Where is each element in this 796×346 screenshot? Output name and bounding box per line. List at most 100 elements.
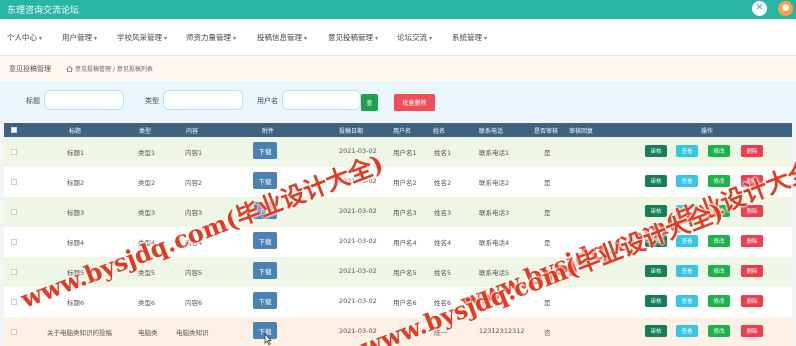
cell-title: 标题1 [67, 149, 85, 157]
breadcrumb-bar: 意见投稿管理 意见投稿管理 / 意见投稿列表 [0, 57, 796, 81]
delete-button[interactable]: 删除 [741, 145, 763, 157]
page-title: 意见投稿管理 [9, 65, 51, 73]
nav-item-school-style[interactable]: 学校风采管理 ▾ [117, 32, 167, 43]
edit-button[interactable]: 修改 [708, 145, 730, 157]
view-button[interactable]: 查看 [676, 295, 698, 307]
download-button[interactable]: 下载 [253, 232, 277, 249]
nav-item-system[interactable]: 系统管理 ▾ [452, 32, 487, 43]
chevron-down-icon: ▾ [164, 35, 168, 42]
chevron-down-icon: ▾ [484, 35, 488, 42]
table-row: 关于电脑类知识的投稿 电脑类 电脑类知识 2021-03-02 陈一 1231231231… [4, 317, 792, 346]
cell-title: 标题4 [67, 239, 85, 247]
type-search-input[interactable] [163, 90, 243, 110]
close-icon[interactable]: ✕ [752, 1, 767, 16]
column-header[interactable]: 联系电话 [479, 126, 503, 135]
cell-name: 姓名6 [434, 299, 452, 307]
row-checkbox[interactable] [11, 239, 17, 245]
user-avatar-icon[interactable]: ● [778, 1, 793, 16]
download-button[interactable]: 下载 [253, 262, 277, 279]
nav-item-personal-center[interactable]: 个人中心 ▾ [7, 32, 42, 43]
nav-item-user-management[interactable]: 用户管理 ▾ [62, 32, 97, 43]
row-checkbox[interactable] [11, 149, 17, 155]
cell-reviewed: 是 [544, 179, 551, 187]
view-button[interactable]: 查看 [676, 205, 698, 217]
column-header[interactable]: 审核回复 [569, 126, 593, 135]
cell-title: 标题5 [67, 269, 85, 277]
cell-type: 电脑类 [138, 329, 158, 337]
view-button[interactable]: 查看 [676, 175, 698, 187]
delete-button[interactable]: 删除 [741, 175, 763, 187]
breadcrumb-item: 意见投稿列表 [116, 66, 153, 73]
edit-button[interactable]: 修改 [708, 205, 730, 217]
delete-button[interactable]: 删除 [741, 295, 763, 307]
table-row: 标题5 类型5 内容5 2021-03-02 用户名5 姓名5 联系电话5 是 下载 审核 查看 修改… [4, 257, 792, 287]
column-header[interactable]: 类型 [139, 126, 151, 135]
cell-date: 2021-03-02 [339, 297, 377, 305]
edit-button[interactable]: 修改 [708, 235, 730, 247]
review-button[interactable]: 审核 [645, 235, 667, 247]
view-button[interactable]: 查看 [676, 235, 698, 247]
title-label: 标题 [26, 97, 40, 105]
column-header[interactable]: 用户名 [393, 126, 411, 135]
title-search-input[interactable] [44, 90, 124, 110]
chevron-down-icon: ▾ [375, 35, 379, 42]
review-button[interactable]: 审核 [645, 295, 667, 307]
edit-button[interactable]: 修改 [708, 175, 730, 187]
cell-username: 用户名2 [393, 179, 417, 187]
column-header[interactable]: 姓名 [433, 126, 445, 135]
edit-button[interactable]: 修改 [708, 325, 730, 337]
review-button[interactable]: 审核 [645, 205, 667, 217]
edit-button[interactable]: 修改 [708, 265, 730, 277]
view-button[interactable]: 查看 [676, 145, 698, 157]
chevron-down-icon: ▾ [233, 35, 237, 42]
download-button[interactable]: 下载 [253, 142, 277, 159]
delete-button[interactable]: 删除 [741, 205, 763, 217]
cell-username: 用户名4 [393, 239, 417, 247]
row-checkbox[interactable] [11, 269, 17, 275]
home-icon[interactable] [66, 66, 73, 72]
cell-phone: 联系电话5 [479, 269, 510, 277]
review-button[interactable]: 审核 [645, 325, 667, 337]
column-header: 附件 [262, 128, 275, 135]
view-button[interactable]: 查看 [676, 325, 698, 337]
username-search-input[interactable] [282, 90, 361, 110]
delete-button[interactable]: 删除 [741, 325, 763, 337]
cell-phone: 12312312312 [479, 327, 525, 335]
column-header[interactable]: 投稿日期 [339, 126, 363, 135]
cell-phone: 联系电话4 [479, 239, 510, 247]
column-header[interactable]: 内容 [186, 126, 198, 135]
column-header[interactable]: 是否审核 [534, 126, 558, 135]
row-checkbox[interactable] [11, 299, 17, 305]
cell-date: 2021-03-02 [339, 327, 377, 335]
search-button[interactable]: 查 [361, 94, 378, 111]
edit-button[interactable]: 修改 [708, 295, 730, 307]
column-header[interactable]: 标题 [69, 126, 81, 135]
view-button[interactable]: 查看 [676, 265, 698, 277]
cell-title: 标题6 [67, 299, 85, 307]
delete-button[interactable]: 删除 [741, 235, 763, 247]
breadcrumb-item[interactable]: 意见投稿管理 [75, 66, 111, 73]
delete-button[interactable]: 删除 [741, 265, 763, 277]
cell-type: 类型5 [138, 269, 156, 277]
nav-item-faculty[interactable]: 师资力量管理 ▾ [186, 32, 236, 43]
review-button[interactable]: 审核 [645, 265, 667, 277]
cell-username: 用户名1 [393, 149, 417, 157]
download-button[interactable]: 下载 [253, 292, 277, 309]
row-checkbox[interactable] [11, 209, 17, 215]
cell-content: 内容4 [185, 239, 203, 247]
cell-date: 2021-03-02 [339, 207, 377, 215]
review-button[interactable]: 审核 [645, 145, 667, 157]
download-button[interactable]: 下载 [253, 172, 277, 189]
nav-item-opinion-submission[interactable]: 意见投稿管理 ▾ [328, 32, 378, 43]
review-button[interactable]: 审核 [645, 175, 667, 187]
batch-delete-button[interactable]: 批量删除 [394, 94, 435, 111]
download-button[interactable]: 下载 [253, 202, 277, 219]
cell-content: 电脑类知识 [176, 329, 209, 337]
row-checkbox[interactable] [11, 329, 17, 335]
chevron-down-icon: ▾ [94, 35, 98, 42]
nav-item-forum[interactable]: 论坛交流 ▾ [397, 32, 432, 43]
nav-item-submission-info[interactable]: 投稿信息管理 ▾ [257, 32, 307, 43]
select-all-checkbox[interactable] [11, 127, 17, 133]
row-checkbox[interactable] [11, 179, 17, 185]
cell-type: 类型1 [138, 149, 156, 157]
